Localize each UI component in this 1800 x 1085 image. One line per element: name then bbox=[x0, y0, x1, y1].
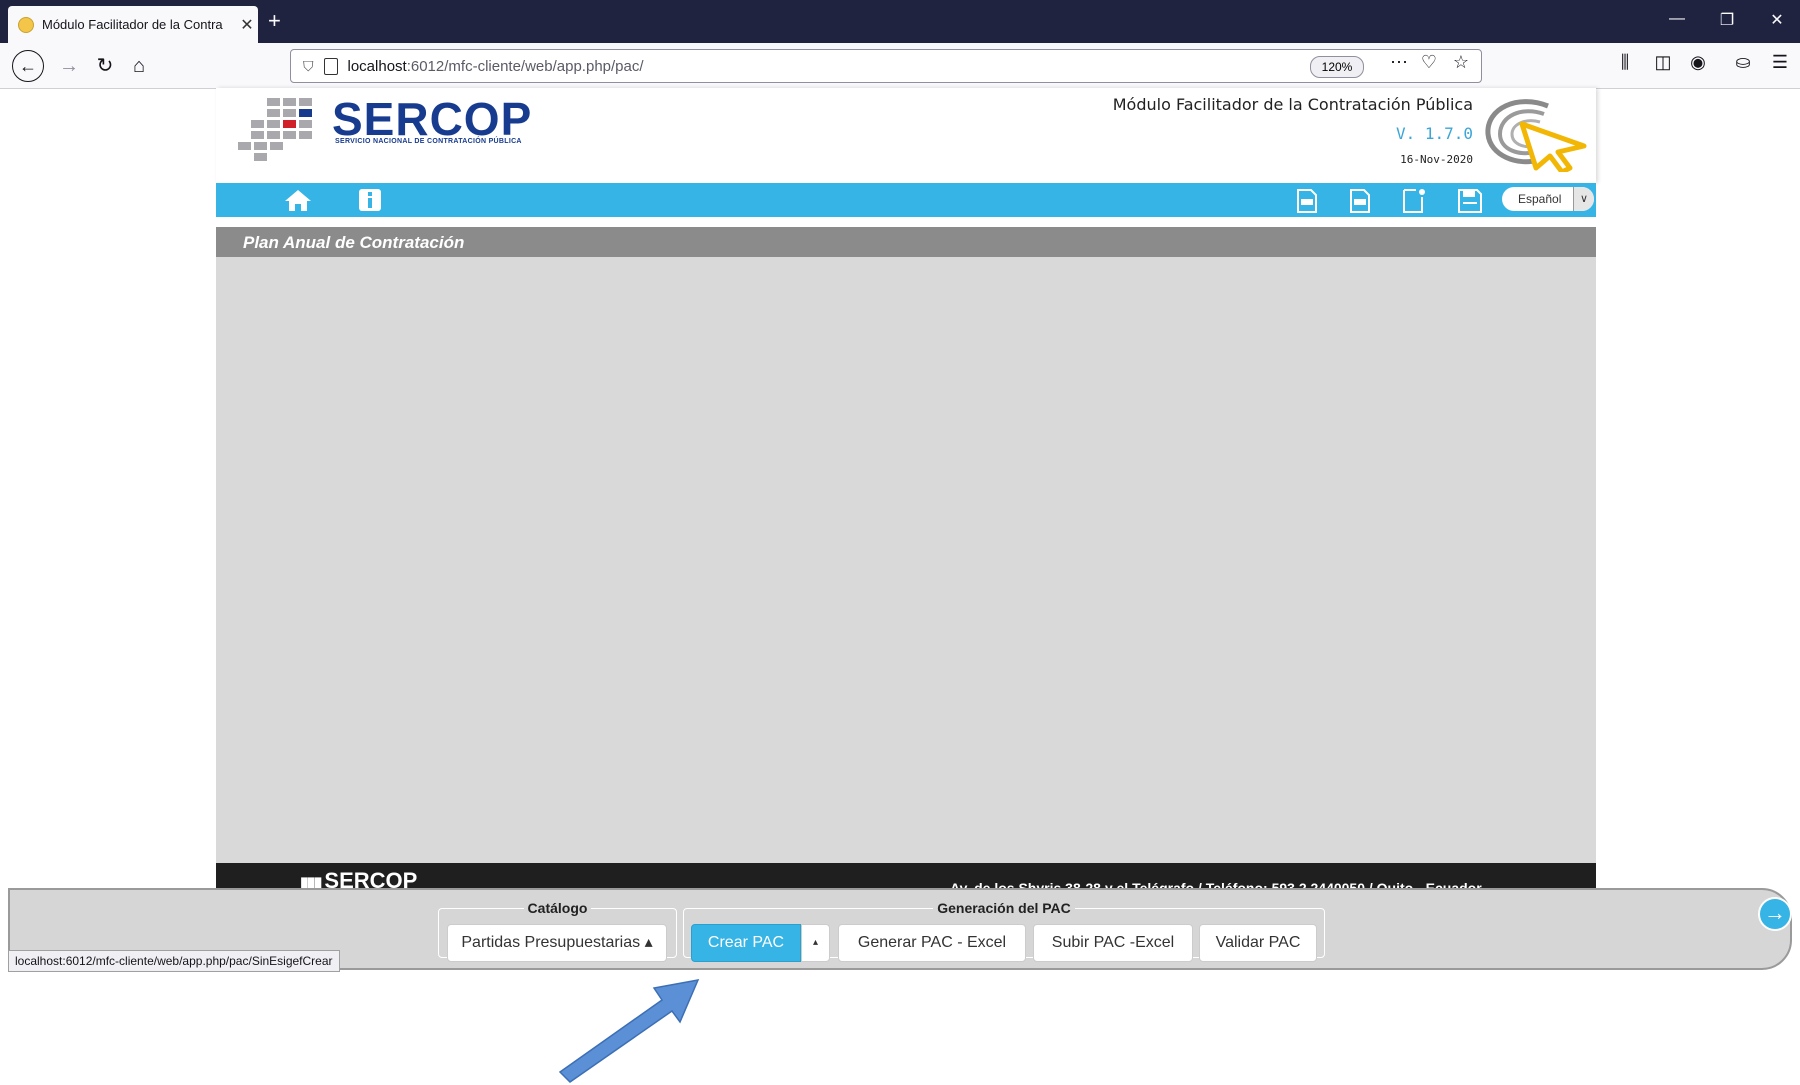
account-icon[interactable]: ◉ bbox=[1683, 52, 1713, 73]
status-link-preview: localhost:6012/mfc-cliente/web/app.php/p… bbox=[8, 950, 340, 972]
new-tab-button[interactable]: + bbox=[268, 8, 281, 34]
crear-pac-button[interactable]: Crear PAC bbox=[691, 924, 801, 962]
page-icon bbox=[323, 57, 338, 75]
menu-icon[interactable]: ☰ bbox=[1765, 52, 1795, 73]
page-title: Plan Anual de Contratación bbox=[243, 233, 465, 252]
brand-subtitle: SERVICIO NACIONAL DE CONTRATACIÓN PÚBLIC… bbox=[335, 138, 522, 145]
generacion-legend: Generación del PAC bbox=[937, 900, 1071, 916]
catalogo-legend: Catálogo bbox=[527, 900, 588, 916]
content-area bbox=[216, 257, 1596, 863]
url-path: :6012/mfc-cliente/web/app.php/pac/ bbox=[406, 57, 644, 75]
subir-pac-excel-button[interactable]: Subir PAC -Excel bbox=[1033, 924, 1193, 962]
mfc-cursor-logo-icon bbox=[1485, 99, 1587, 172]
url-bar[interactable]: ⛉ localhost:6012/mfc-cliente/web/app.php… bbox=[290, 49, 1482, 83]
zoom-level[interactable]: 120% bbox=[1310, 56, 1364, 78]
shield-icon: ⛉ bbox=[303, 57, 314, 74]
app-version: V. 1.7.0 bbox=[1395, 124, 1473, 143]
minimize-icon[interactable]: — bbox=[1657, 10, 1697, 28]
library-icon[interactable]: ⫼ bbox=[1610, 52, 1640, 73]
url-host: localhost bbox=[347, 57, 407, 75]
home-browser-icon[interactable]: ⌂ bbox=[124, 52, 154, 80]
reload-icon[interactable]: ↻ bbox=[90, 52, 120, 80]
generar-pac-excel-button[interactable]: Generar PAC - Excel bbox=[838, 924, 1026, 962]
forward-icon[interactable]: → bbox=[54, 52, 84, 80]
crear-pac-dropdown-toggle[interactable]: ▴ bbox=[801, 924, 830, 962]
browser-tab[interactable]: Módulo Facilitador de la Contra ✕ bbox=[8, 6, 258, 43]
language-select[interactable]: Español ∨ bbox=[1502, 187, 1594, 211]
home-icon[interactable] bbox=[284, 188, 312, 212]
language-label: Español bbox=[1518, 192, 1562, 206]
app-title: Módulo Facilitador de la Contratación Pú… bbox=[1112, 95, 1473, 114]
bookmark-star-icon[interactable]: ☆ bbox=[1447, 52, 1475, 73]
close-window-icon[interactable]: ✕ bbox=[1757, 10, 1797, 30]
sidebar-icon[interactable]: ◫ bbox=[1648, 52, 1678, 73]
annotation-arrow-icon bbox=[558, 979, 700, 1083]
pdf-icon[interactable] bbox=[1296, 188, 1318, 214]
app-date: 16-Nov-2020 bbox=[1400, 153, 1473, 166]
back-icon[interactable]: ← bbox=[12, 50, 44, 82]
pocket-icon[interactable]: ♡ bbox=[1415, 52, 1443, 73]
pdf-icon[interactable] bbox=[1349, 188, 1371, 214]
more-actions-icon[interactable]: ⋯ bbox=[1385, 52, 1413, 73]
main-nav-bar bbox=[216, 183, 1596, 217]
favicon-icon bbox=[18, 16, 34, 33]
restore-icon[interactable]: ❐ bbox=[1707, 10, 1747, 30]
extension-gift-icon[interactable]: ⛀ bbox=[1728, 52, 1758, 73]
next-arrow-icon[interactable]: → bbox=[1758, 897, 1792, 931]
partidas-presupuestarias-button[interactable]: Partidas Presupuestarias ▴ bbox=[447, 924, 667, 962]
save-icon[interactable] bbox=[1457, 188, 1483, 214]
info-icon[interactable] bbox=[358, 188, 382, 212]
tab-title: Módulo Facilitador de la Contra bbox=[42, 17, 223, 32]
new-document-icon[interactable] bbox=[1402, 188, 1426, 214]
validar-pac-button[interactable]: Validar PAC bbox=[1199, 924, 1317, 962]
close-tab-icon[interactable]: ✕ bbox=[236, 15, 258, 35]
